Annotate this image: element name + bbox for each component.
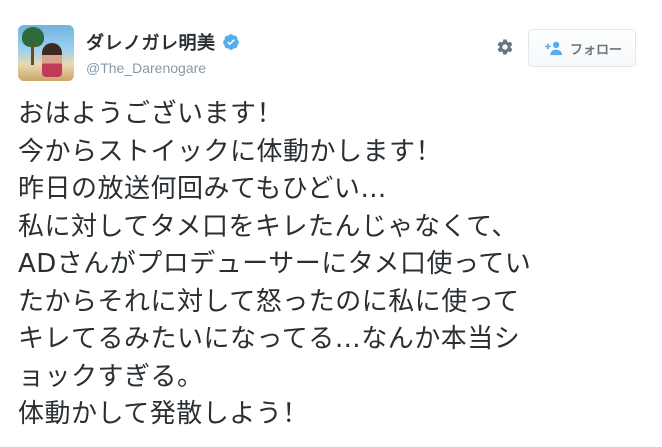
tweet-line: ョックすぎる。 <box>18 361 204 392</box>
avatar-palm-trunk <box>31 43 34 65</box>
user-handle[interactable]: @The_Darenogare <box>86 60 206 76</box>
avatar-person <box>42 43 62 77</box>
verified-badge-icon <box>222 34 239 50</box>
add-user-icon <box>545 41 563 56</box>
tweet-line: たからそれに対して怒ったのに私に使って <box>18 286 520 317</box>
tweet-card: ダレノガレ明美 @The_Darenogare フォロー おはようございます！ … <box>0 0 662 447</box>
tweet-line: キレてるみたいになってる…なんか本当シ <box>18 324 521 354</box>
tweet-line: 私に対してタメ口をキレたんじゃなくて、 <box>18 211 518 242</box>
name-row: ダレノガレ明美 <box>86 30 240 54</box>
tweet-line: ADさんがプロデューサーにタメ口使ってい <box>18 249 532 279</box>
gear-icon[interactable] <box>496 38 514 56</box>
avatar[interactable] <box>18 25 74 81</box>
follow-button[interactable]: フォロー <box>528 29 636 67</box>
tweet-text: おはようございます！ 今からストイックに体動かします！ 昨日の放送何回みてもひど… <box>18 96 658 434</box>
tweet-line: 今からストイックに体動かします！ <box>18 136 443 167</box>
follow-button-label: フォロー <box>569 42 622 58</box>
display-name[interactable]: ダレノガレ明美 <box>86 29 216 55</box>
tweet-line: 昨日の放送何回みてもひどい… <box>18 174 387 204</box>
tweet-line: 体動かして発散しよう！ <box>18 399 309 429</box>
tweet-line: おはようございます！ <box>18 99 284 129</box>
